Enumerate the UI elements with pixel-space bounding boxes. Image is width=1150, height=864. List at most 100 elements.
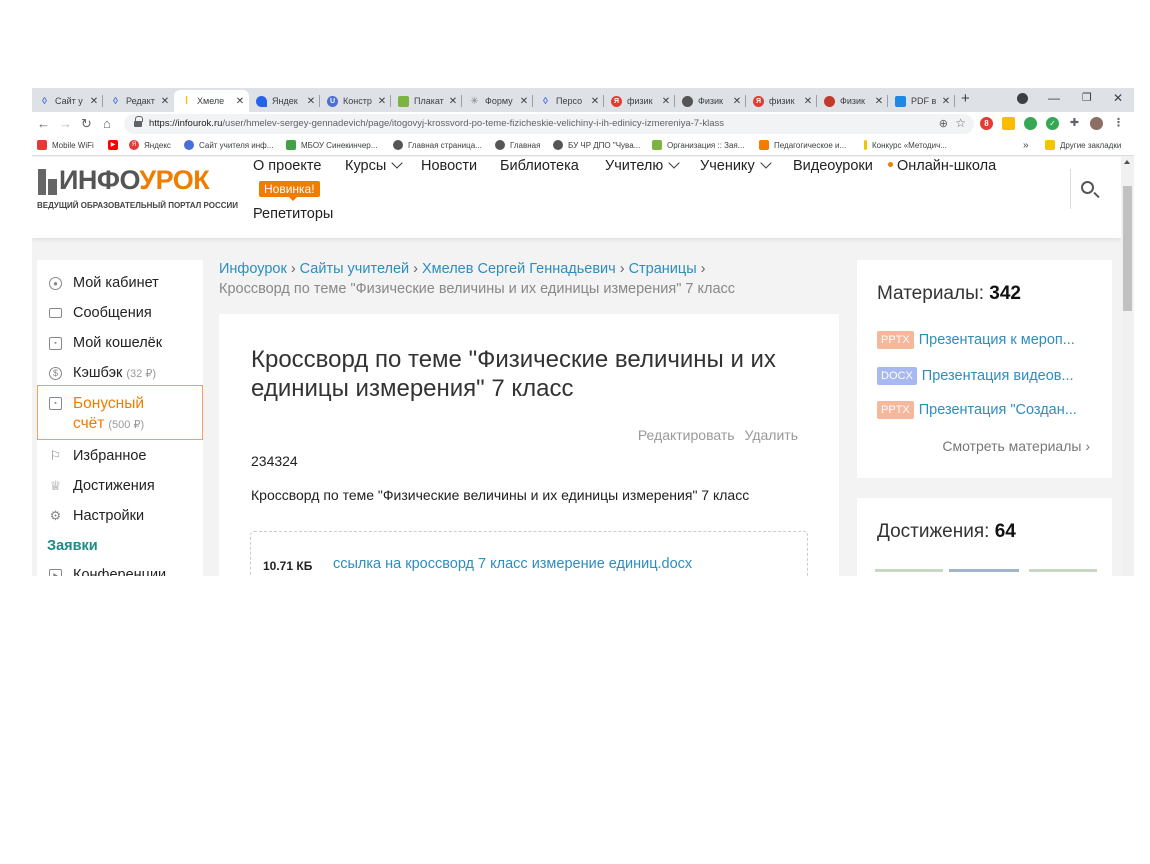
- nav-student[interactable]: Ученику: [700, 157, 772, 174]
- browser-tab[interactable]: Я физик ✕: [746, 90, 817, 112]
- achievement-thumbnail[interactable]: [1029, 569, 1097, 572]
- breadcrumb-pages[interactable]: Страницы: [629, 261, 697, 277]
- nav-library[interactable]: Библиотека: [500, 158, 579, 174]
- scroll-up-arrow-icon[interactable]: [1124, 160, 1130, 164]
- file-download-link[interactable]: ссылка на кроссворд 7 класс измерение ед…: [333, 556, 692, 572]
- bookmark-item[interactable]: ▶: [108, 140, 123, 150]
- edit-link[interactable]: Редактировать: [638, 427, 735, 443]
- infourok-icon: ǀ: [184, 95, 189, 107]
- search-icon[interactable]: [1081, 181, 1094, 194]
- close-tab-icon[interactable]: ✕: [874, 96, 884, 107]
- close-tab-icon[interactable]: ✕: [519, 96, 529, 107]
- back-button[interactable]: ←: [37, 116, 50, 131]
- avatar[interactable]: [1090, 117, 1103, 130]
- logo[interactable]: ИНФОУРОК: [59, 165, 210, 196]
- sidebar-item-messages[interactable]: Сообщения: [37, 298, 203, 328]
- nav-tutors[interactable]: Репетиторы: [253, 206, 333, 222]
- browser-tab[interactable]: ◊ Персо ✕: [533, 90, 604, 112]
- achievement-thumbnail[interactable]: [949, 569, 1019, 572]
- bookmark-item[interactable]: Mobile WiFi: [37, 140, 94, 150]
- browser-tab[interactable]: Яндек ✕: [249, 90, 320, 112]
- close-tab-icon[interactable]: ✕: [235, 96, 245, 107]
- browser-tab[interactable]: ◊ Сайт у ✕: [32, 90, 103, 112]
- achievement-thumbnail[interactable]: [875, 569, 943, 572]
- bookmark-item[interactable]: Главная страница...: [393, 140, 482, 150]
- sidebar-item-cabinet[interactable]: ● Мой кабинет: [37, 268, 203, 298]
- nav-video[interactable]: Видеоуроки: [793, 158, 873, 174]
- browser-tab[interactable]: U Констр ✕: [320, 90, 391, 112]
- puzzle-icon[interactable]: ✚: [1068, 117, 1081, 130]
- sidebar-item-wallet[interactable]: ▪ Мой кошелёк: [37, 328, 203, 358]
- scroll-thumb[interactable]: [1123, 186, 1132, 311]
- globe-icon: [495, 140, 505, 150]
- bookmark-item[interactable]: Организация :: Зая...: [652, 140, 744, 150]
- restore-button[interactable]: ❐: [1082, 91, 1092, 104]
- browser-tab[interactable]: Физик ✕: [675, 90, 746, 112]
- new-tab-button[interactable]: +: [961, 90, 970, 107]
- menu-icon[interactable]: ⋮: [1112, 117, 1125, 130]
- trophy-icon: ♕: [49, 478, 62, 493]
- material-item[interactable]: DOCX Презентация видеов...: [877, 366, 1097, 386]
- nav-news[interactable]: Новости: [421, 158, 477, 174]
- extension-icon[interactable]: [1002, 117, 1015, 130]
- bookmark-item[interactable]: Главная: [495, 140, 540, 150]
- bookmarks-overflow-button[interactable]: »: [1023, 140, 1029, 151]
- close-tab-icon[interactable]: ✕: [306, 96, 316, 107]
- forward-button[interactable]: →: [59, 116, 72, 131]
- close-tab-icon[interactable]: ✕: [941, 96, 951, 107]
- extension-icon[interactable]: 8: [980, 117, 993, 130]
- close-tab-icon[interactable]: ✕: [590, 96, 600, 107]
- delete-link[interactable]: Удалить: [745, 427, 798, 443]
- logo-icon[interactable]: [38, 169, 57, 195]
- zoom-icon[interactable]: ⊕: [939, 117, 948, 130]
- close-tab-icon[interactable]: ✕: [732, 96, 742, 107]
- sidebar-item-achievements[interactable]: ♕ Достижения: [37, 471, 203, 501]
- browser-tab[interactable]: ◊ Редакт ✕: [103, 90, 174, 112]
- new-badge: Новинка!: [259, 181, 320, 201]
- scrollbar[interactable]: [1121, 156, 1134, 576]
- bookmark-item[interactable]: Я Яндекс: [129, 140, 171, 150]
- material-item[interactable]: PPTX Презентация к мероп...: [877, 330, 1097, 350]
- nav-courses[interactable]: Курсы: [345, 157, 403, 174]
- browser-tab[interactable]: Физик ✕: [817, 90, 888, 112]
- reload-button[interactable]: ↻: [81, 116, 92, 132]
- star-icon[interactable]: ☆: [955, 116, 966, 130]
- breadcrumb-home[interactable]: Инфоурок: [219, 261, 287, 277]
- material-item[interactable]: PPTX Презентация "Создан...: [877, 400, 1097, 420]
- close-tab-icon[interactable]: ✕: [661, 96, 671, 107]
- close-tab-icon[interactable]: ✕: [803, 96, 813, 107]
- nav-about[interactable]: О проекте: [253, 158, 321, 174]
- close-tab-icon[interactable]: ✕: [377, 96, 387, 107]
- sidebar-item-cashback[interactable]: $ Кэшбэк (32 ₽): [37, 358, 203, 388]
- nav-online-school[interactable]: Онлайн-школа: [888, 158, 996, 174]
- bookmark-item[interactable]: Педагогическое и...: [759, 140, 846, 150]
- view-materials-link[interactable]: Смотреть материалы ›: [942, 438, 1090, 454]
- check-extension-icon[interactable]: ✓: [1046, 117, 1059, 130]
- browser-tab[interactable]: ✳ Форму ✕: [462, 90, 533, 112]
- close-tab-icon[interactable]: ✕: [448, 96, 458, 107]
- home-icon[interactable]: ⌂: [103, 116, 111, 131]
- sidebar-item-favorites[interactable]: ⚐ Избранное: [37, 441, 203, 471]
- bookmark-item[interactable]: БУ ЧР ДПО "Чува...: [553, 140, 640, 150]
- extension-icon[interactable]: [1024, 117, 1037, 130]
- close-window-button[interactable]: ✕: [1113, 91, 1123, 105]
- bookmark-item[interactable]: МБОУ Синекинчер...: [286, 140, 377, 150]
- browser-tab-active[interactable]: ǀ Хмеле ✕: [174, 90, 249, 112]
- sidebar-item-bonus[interactable]: ▪ Бонусный счёт (500 ₽): [37, 385, 203, 440]
- browser-tab[interactable]: Плакат ✕: [391, 90, 462, 112]
- nav-teacher[interactable]: Учителю: [605, 157, 680, 174]
- breadcrumb-author[interactable]: Хмелев Сергей Геннадьевич: [422, 261, 616, 277]
- sidebar-item-conferences[interactable]: ▶ Конференции: [37, 560, 203, 576]
- breadcrumb-sites[interactable]: Сайты учителей: [300, 261, 409, 277]
- close-tab-icon[interactable]: ✕: [89, 96, 99, 107]
- other-bookmarks[interactable]: Другие закладки: [1045, 140, 1121, 150]
- address-bar[interactable]: https://infourok.ru/user/hmelev-sergey-g…: [124, 114, 974, 134]
- browser-tab[interactable]: Я физик ✕: [604, 90, 675, 112]
- close-tab-icon[interactable]: ✕: [160, 96, 170, 107]
- browser-tab[interactable]: PDF в ✕: [888, 90, 955, 112]
- profile-menu-icon[interactable]: [1017, 93, 1028, 104]
- bookmark-item[interactable]: Конкурс «Методич...: [864, 140, 947, 150]
- minimize-button[interactable]: —: [1048, 91, 1060, 105]
- bookmark-item[interactable]: Сайт учителя инф...: [184, 140, 273, 150]
- sidebar-item-settings[interactable]: ⚙ Настройки: [37, 501, 203, 531]
